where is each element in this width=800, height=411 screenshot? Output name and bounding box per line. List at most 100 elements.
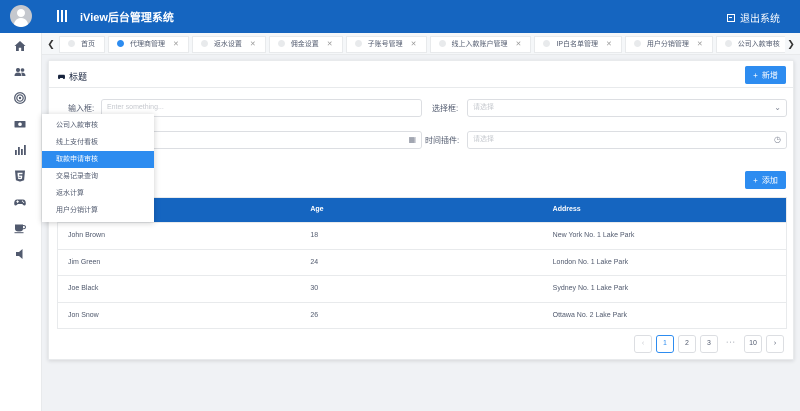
speaker-icon[interactable] [13, 247, 27, 261]
cell-address: New York No. 1 Lake Park [552, 232, 635, 239]
dropdown-menu-item[interactable]: 用户分销计算 [42, 202, 154, 219]
top-header: iView后台管理系统 退出系统 [0, 0, 800, 33]
tabs-bar: ❮ 首页 代理商管理 ✕ 返水设置 ✕ 佣金设置 ✕ 子账号管理 ✕ 线上入款账户管理 ✕ IP白名单… [42, 33, 800, 55]
dropdown-menu: 公司入款审核 线上支付看板 取款申请审核 交易记录查询 返水计算 用户分销计算 [42, 114, 154, 222]
tab-item[interactable]: 代理商管理 ✕ [108, 36, 189, 53]
tab-label: 首页 [81, 41, 95, 48]
tab-item[interactable]: 首页 [59, 36, 105, 53]
dropdown-menu-item[interactable]: 公司入款审核 [42, 117, 154, 134]
tabs-scroll-right-icon[interactable]: ❯ [785, 37, 797, 51]
close-icon[interactable]: ✕ [250, 41, 256, 48]
main-card: 标题 + 新增 输入框: Enter something... 选择框: 请选择… [48, 60, 794, 360]
tab-label: 子账号管理 [367, 41, 403, 48]
close-icon[interactable]: ✕ [516, 41, 522, 48]
close-icon[interactable]: ✕ [173, 41, 179, 48]
money-icon[interactable] [13, 117, 27, 131]
tab-status-dot-icon [277, 40, 285, 47]
table-header: Name Age Address [58, 198, 786, 222]
tab-label: 公司入款审核 [737, 41, 780, 48]
tab-status-dot-icon [117, 40, 124, 47]
cell-address: Sydney No. 1 Lake Park [552, 285, 629, 292]
card-header: 标题 + 新增 [49, 61, 793, 88]
coffee-icon[interactable] [13, 221, 27, 235]
cell-name: Jon Snow [68, 311, 99, 319]
cell-age: 18 [310, 232, 319, 239]
pagination-page-button[interactable]: 2 [678, 335, 696, 353]
new-button[interactable]: + 新增 [745, 66, 786, 84]
tab-label: 用户分销管理 [646, 41, 689, 48]
html5-icon[interactable] [13, 169, 27, 183]
pagination-next-button[interactable]: › [766, 335, 784, 353]
table-row: Joe Black 30 Sydney No. 1 Lake Park [58, 275, 786, 302]
column-header-age[interactable]: Age [300, 198, 542, 222]
logout-button[interactable]: 退出系统 [727, 10, 780, 25]
tab-status-dot-icon [724, 40, 732, 47]
tab-item[interactable]: 佣金设置 ✕ [268, 36, 343, 53]
column-header-address[interactable]: Address [543, 198, 786, 222]
home-icon[interactable] [13, 39, 27, 53]
tab-item[interactable]: 用户分销管理 ✕ [624, 36, 713, 53]
app-title: iView后台管理系统 [80, 12, 174, 24]
cell-address: Ottawa No. 2 Lake Park [552, 311, 627, 319]
tab-label: IP白名单管理 [556, 41, 598, 48]
bar-chart-icon[interactable] [13, 143, 27, 157]
pagination-last-page-button[interactable]: 10 [744, 335, 762, 353]
user-avatar[interactable] [10, 5, 32, 27]
time-picker-input[interactable]: 请选择 ◷ [467, 131, 787, 149]
tab-status-dot-icon [68, 40, 75, 47]
dropdown-menu-item[interactable]: 线上支付看板 [42, 134, 154, 151]
plus-icon: + [753, 70, 758, 80]
tab-status-dot-icon [438, 40, 446, 47]
tab-status-dot-icon [543, 40, 551, 47]
cell-age: 30 [310, 285, 319, 292]
tabs-scroll: 首页 代理商管理 ✕ 返水设置 ✕ 佣金设置 ✕ 子账号管理 ✕ 线上入款账户管理 ✕ IP白名单管理… [59, 36, 785, 53]
menu-toggle-icon[interactable] [57, 10, 67, 22]
tab-label: 代理商管理 [130, 41, 165, 48]
cell-age: 24 [310, 258, 319, 266]
cell-address: London No. 1 Lake Park [552, 258, 629, 266]
select-box[interactable]: 请选择 ⌄ [467, 99, 787, 117]
pagination-page-button[interactable]: 1 [656, 335, 674, 353]
table-body: John Brown 18 New York No. 1 Lake Park Jim … [58, 222, 786, 328]
gamepad-icon[interactable] [13, 195, 27, 209]
users-icon[interactable] [13, 65, 27, 79]
input-label: 输入框: [68, 104, 95, 113]
close-icon[interactable]: ✕ [327, 41, 333, 48]
tabs-scroll-left-icon[interactable]: ❮ [45, 37, 57, 51]
select-label: 选择框: [432, 104, 459, 113]
dropdown-menu-item[interactable]: 返水计算 [42, 185, 154, 202]
calendar-icon: ▦ [408, 135, 416, 144]
target-icon[interactable] [13, 91, 27, 105]
tab-status-dot-icon [200, 40, 208, 47]
tab-item[interactable]: IP白名单管理 ✕ [534, 36, 622, 53]
table-row: Jim Green 24 London No. 1 Lake Park [58, 248, 786, 276]
plus-icon: + [753, 175, 758, 185]
tab-label: 佣金设置 [290, 41, 319, 48]
add-button[interactable]: + 添加 [745, 171, 786, 189]
tab-label: 返水设置 [213, 41, 242, 48]
pagination-ellipsis[interactable]: ··· [722, 335, 740, 353]
close-icon[interactable]: ✕ [606, 41, 612, 48]
cell-name: Joe Black [68, 285, 99, 292]
logout-icon [727, 13, 735, 22]
pagination-page-button[interactable]: 3 [700, 335, 718, 353]
cell-name: John Brown [68, 232, 105, 239]
table-row: John Brown 18 New York No. 1 Lake Park [58, 222, 786, 249]
tab-status-dot-icon [633, 40, 641, 47]
tab-item[interactable]: 子账号管理 ✕ [345, 36, 427, 53]
close-icon[interactable]: ✕ [697, 41, 703, 48]
sidebar [0, 33, 42, 411]
table-row: Jon Snow 26 Ottawa No. 2 Lake Park [58, 301, 786, 329]
dropdown-menu-item[interactable]: 取款申请审核 [42, 151, 154, 168]
tab-item[interactable]: 公司入款审核✕ [715, 36, 785, 53]
tab-item[interactable]: 返水设置 ✕ [191, 36, 266, 53]
dropdown-menu-item[interactable]: 交易记录查询 [42, 168, 154, 185]
time-picker-label: 时间插件: [425, 136, 460, 145]
card-title-icon [58, 74, 65, 80]
cell-age: 26 [310, 311, 319, 319]
close-icon[interactable]: ✕ [411, 41, 417, 48]
clock-icon: ◷ [774, 135, 781, 144]
chevron-down-icon: ⌄ [774, 103, 781, 112]
pagination-prev-button[interactable]: ‹ [634, 335, 652, 353]
tab-item[interactable]: 线上入款账户管理 ✕ [429, 36, 532, 53]
